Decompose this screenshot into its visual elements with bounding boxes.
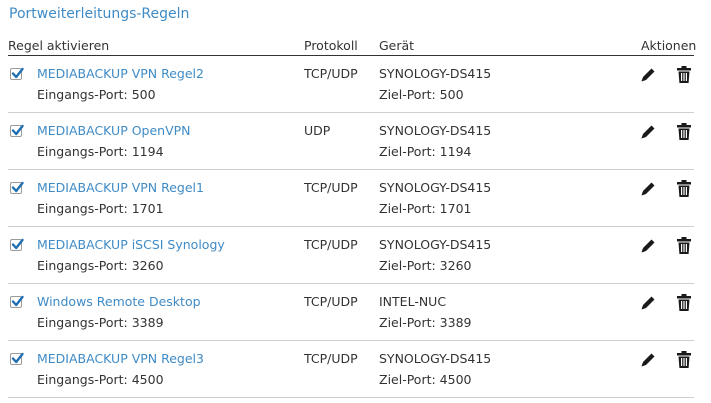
- trash-icon: [677, 66, 691, 83]
- rule-active-checkbox[interactable]: [10, 67, 24, 80]
- trash-icon: [677, 351, 691, 368]
- edit-button[interactable]: [639, 66, 657, 84]
- rule-name-link[interactable]: MEDIABACKUP OpenVPN: [37, 123, 191, 138]
- delete-button[interactable]: [675, 65, 693, 84]
- checkmark-icon: [11, 295, 24, 307]
- protocol: TCP/UDP: [304, 66, 358, 81]
- trash-icon: [677, 123, 691, 140]
- pencil-icon: [641, 68, 655, 82]
- rule-active-checkbox[interactable]: [10, 238, 24, 251]
- table-row: MEDIABACKUP VPN Regel2 Eingangs-Port: 50…: [8, 56, 694, 113]
- input-port: Eingangs-Port: 3260: [37, 258, 164, 273]
- rule-name-link[interactable]: MEDIABACKUP iSCSI Synology: [37, 237, 225, 252]
- edit-button[interactable]: [639, 294, 657, 312]
- rule-name-link[interactable]: Windows Remote Desktop: [37, 294, 201, 309]
- device-name: SYNOLOGY-DS415: [379, 351, 492, 366]
- target-port: Ziel-Port: 3389: [379, 315, 472, 330]
- rule-active-checkbox[interactable]: [10, 181, 24, 194]
- delete-button[interactable]: [675, 122, 693, 141]
- table-header: Regel aktivieren Protokoll Gerät Aktione…: [8, 38, 697, 56]
- port-forwarding-page: Portweiterleitungs-Regeln Regel aktivier…: [0, 0, 711, 403]
- checkmark-icon: [11, 238, 24, 250]
- rule-name-link[interactable]: MEDIABACKUP VPN Regel3: [37, 351, 204, 366]
- input-port: Eingangs-Port: 4500: [37, 372, 164, 387]
- table-row: Windows Remote Desktop Eingangs-Port: 33…: [8, 284, 694, 341]
- device-name: SYNOLOGY-DS415: [379, 180, 492, 195]
- input-port: Eingangs-Port: 1194: [37, 144, 164, 159]
- table-row: MEDIABACKUP VPN Regel1 Eingangs-Port: 17…: [8, 170, 694, 227]
- table-row: MEDIABACKUP OpenVPN Eingangs-Port: 1194 …: [8, 113, 694, 170]
- device-name: INTEL-NUC: [379, 294, 447, 309]
- edit-button[interactable]: [639, 180, 657, 198]
- pencil-icon: [641, 125, 655, 139]
- rule-active-checkbox[interactable]: [10, 124, 24, 137]
- header-activate: Regel aktivieren: [8, 38, 110, 53]
- protocol: TCP/UDP: [304, 237, 358, 252]
- target-port: Ziel-Port: 1194: [379, 144, 472, 159]
- checkmark-icon: [11, 352, 24, 364]
- protocol: UDP: [304, 123, 331, 138]
- input-port: Eingangs-Port: 1701: [37, 201, 164, 216]
- edit-button[interactable]: [639, 237, 657, 255]
- checkmark-icon: [11, 124, 24, 136]
- trash-icon: [677, 237, 691, 254]
- device-name: SYNOLOGY-DS415: [379, 237, 492, 252]
- delete-button[interactable]: [675, 350, 693, 369]
- delete-button[interactable]: [675, 293, 693, 312]
- pencil-icon: [641, 296, 655, 310]
- rule-name-link[interactable]: MEDIABACKUP VPN Regel2: [37, 66, 204, 81]
- header-device: Gerät: [379, 38, 415, 53]
- rules-table: MEDIABACKUP VPN Regel2 Eingangs-Port: 50…: [8, 56, 694, 398]
- checkmark-icon: [11, 181, 24, 193]
- protocol: TCP/UDP: [304, 351, 358, 366]
- target-port: Ziel-Port: 500: [379, 87, 464, 102]
- device-name: SYNOLOGY-DS415: [379, 66, 492, 81]
- pencil-icon: [641, 353, 655, 367]
- table-row: MEDIABACKUP VPN Regel3 Eingangs-Port: 45…: [8, 341, 694, 398]
- trash-icon: [677, 180, 691, 197]
- rule-name-link[interactable]: MEDIABACKUP VPN Regel1: [37, 180, 204, 195]
- header-actions: Aktionen: [641, 38, 697, 53]
- input-port: Eingangs-Port: 500: [37, 87, 156, 102]
- protocol: TCP/UDP: [304, 294, 358, 309]
- target-port: Ziel-Port: 1701: [379, 201, 472, 216]
- pencil-icon: [641, 239, 655, 253]
- input-port: Eingangs-Port: 3389: [37, 315, 164, 330]
- page-title: Portweiterleitungs-Regeln: [9, 6, 190, 22]
- edit-button[interactable]: [639, 351, 657, 369]
- delete-button[interactable]: [675, 236, 693, 255]
- target-port: Ziel-Port: 4500: [379, 372, 472, 387]
- checkmark-icon: [11, 67, 24, 79]
- header-protocol: Protokoll: [304, 38, 358, 53]
- edit-button[interactable]: [639, 123, 657, 141]
- delete-button[interactable]: [675, 179, 693, 198]
- pencil-icon: [641, 182, 655, 196]
- device-name: SYNOLOGY-DS415: [379, 123, 492, 138]
- rule-active-checkbox[interactable]: [10, 295, 24, 308]
- trash-icon: [677, 294, 691, 311]
- table-row: MEDIABACKUP iSCSI Synology Eingangs-Port…: [8, 227, 694, 284]
- rule-active-checkbox[interactable]: [10, 352, 24, 365]
- target-port: Ziel-Port: 3260: [379, 258, 472, 273]
- protocol: TCP/UDP: [304, 180, 358, 195]
